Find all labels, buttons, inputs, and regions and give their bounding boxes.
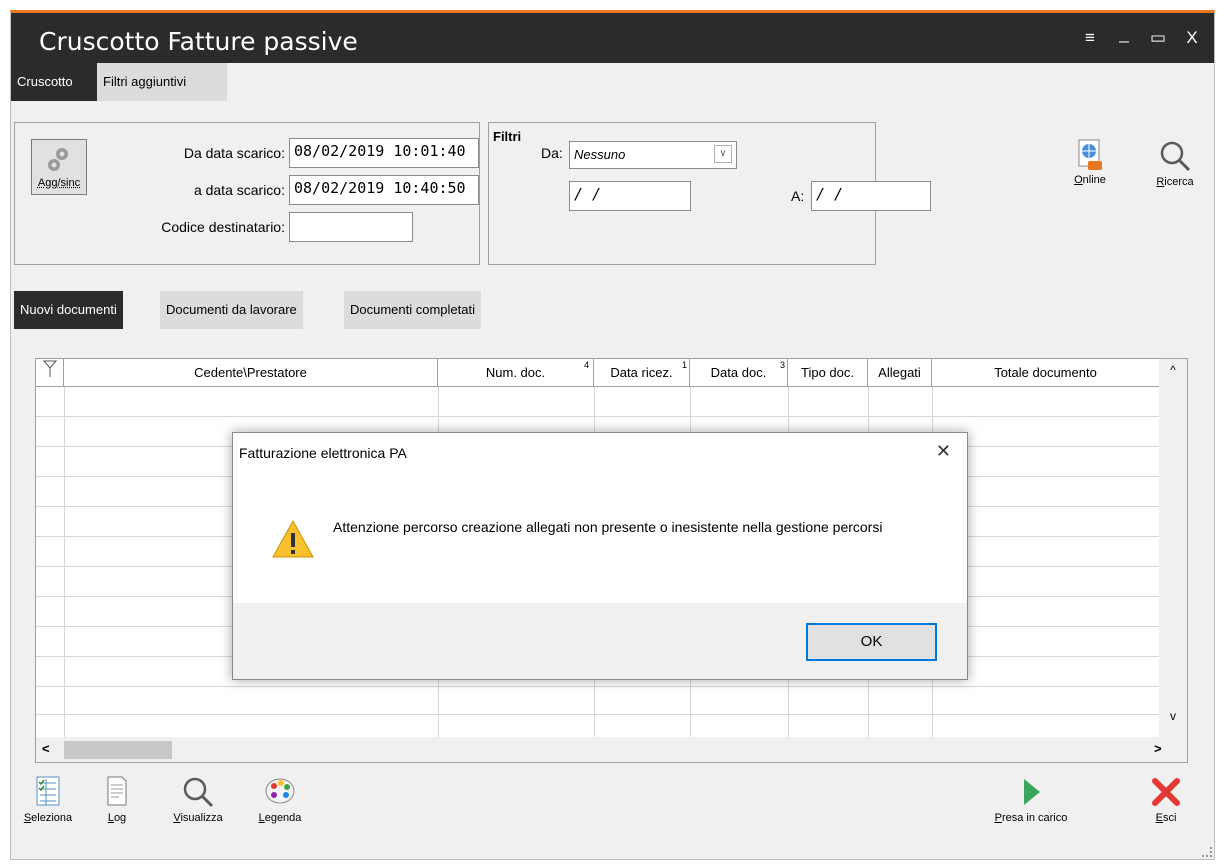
close-button[interactable]: X <box>1181 27 1203 49</box>
filtri-title: Filtri <box>493 129 522 144</box>
column-header[interactable]: Allegati <box>868 359 932 387</box>
presa-in-carico-label: Presa in carico <box>994 812 1068 824</box>
search-icon <box>183 777 214 808</box>
legenda-button[interactable]: Legenda <box>249 775 311 824</box>
vertical-scrollbar[interactable]: ^ v <box>1159 359 1187 737</box>
column-header[interactable]: Data ricez. 1 <box>594 359 690 387</box>
grid-row-line <box>36 686 1160 687</box>
column-label: Num. doc. <box>485 365 546 380</box>
column-label: Totale documento <box>994 365 1097 380</box>
tab-documenti-completati[interactable]: Documenti completati <box>344 291 481 329</box>
filtri-da-label: Da: <box>541 145 563 161</box>
sort-order-badge: 1 <box>681 360 687 370</box>
horizontal-scroll-thumb[interactable] <box>64 741 172 759</box>
menu-icon[interactable]: ≡ <box>1079 27 1101 49</box>
grid-row-line <box>36 416 1160 417</box>
globe-icon <box>1078 139 1102 170</box>
minimize-button[interactable]: _ <box>1113 23 1135 45</box>
da-data-scarico-field[interactable]: 08/02/2019 10:01:40 <box>289 138 479 168</box>
seleziona-button[interactable]: Seleziona <box>17 775 79 824</box>
a-data-scarico-field[interactable]: 08/02/2019 10:40:50 <box>289 175 479 205</box>
tab-filtri-aggiuntivi[interactable]: Filtri aggiuntivi <box>97 63 227 101</box>
ricerca-label: Ricerca <box>1156 176 1194 188</box>
maximize-button[interactable]: ▭ <box>1147 27 1169 49</box>
filter-column-header[interactable] <box>36 359 64 387</box>
log-button[interactable]: Log <box>97 775 137 824</box>
sort-order-badge: 3 <box>779 360 785 370</box>
chevron-down-icon[interactable]: ∨ <box>714 145 732 163</box>
alert-dialog: Fatturazione elettronica PA ✕ Attenzione… <box>232 432 968 680</box>
column-label: Cedente\Prestatore <box>194 365 307 380</box>
warning-icon <box>272 519 314 558</box>
column-header[interactable]: Tipo doc. <box>788 359 868 387</box>
resize-grip[interactable] <box>1202 847 1212 857</box>
gears-icon <box>48 148 68 171</box>
exit-icon <box>1152 778 1180 806</box>
column-label: Data doc. <box>710 365 767 380</box>
dialog-title: Fatturazione elettronica PA <box>239 445 407 461</box>
scroll-down-button[interactable]: v <box>1159 709 1187 723</box>
codice-destinatario-field[interactable] <box>289 212 413 242</box>
column-label: Allegati <box>878 365 921 380</box>
tab-cruscotto[interactable]: Cruscotto <box>11 63 97 101</box>
presa-in-carico-button[interactable]: Presa in carico <box>981 775 1081 824</box>
seleziona-label: Seleziona <box>23 812 73 824</box>
tab-documenti-da-lavorare[interactable]: Documenti da lavorare <box>160 291 303 329</box>
codice-destinatario-label: Codice destinatario: <box>161 219 285 235</box>
play-icon <box>1024 779 1040 805</box>
filtri-da-select[interactable]: Nessuno ∨ <box>569 141 737 169</box>
select-icon <box>36 776 60 806</box>
scroll-up-button[interactable]: ^ <box>1159 363 1187 377</box>
grid-divider <box>64 387 65 742</box>
ricerca-button[interactable]: Ricerca <box>1147 139 1203 188</box>
scroll-left-button[interactable]: < <box>42 741 50 756</box>
scarico-panel: Agg/sinc Da data scarico: 08/02/2019 10:… <box>14 122 480 265</box>
filtri-panel: Filtri Da: Nessuno ∨ / / A: / / <box>488 122 931 265</box>
title-bar: Cruscotto Fatture passive ≡ _ ▭ X <box>11 13 1214 63</box>
grid-row-line <box>36 714 1160 715</box>
column-header[interactable]: Num. doc. 4 <box>438 359 594 387</box>
ok-button[interactable]: OK <box>806 623 937 661</box>
sort-order-badge: 4 <box>583 360 589 370</box>
column-header[interactable]: Totale documento <box>932 359 1160 387</box>
filtri-date-to[interactable]: / / <box>811 181 931 211</box>
esci-label: Esci <box>1155 812 1177 824</box>
da-data-scarico-label: Da data scarico: <box>183 145 285 161</box>
horizontal-scrollbar[interactable]: < > <box>36 737 1187 762</box>
column-label: Data ricez. <box>610 365 673 380</box>
log-icon <box>107 776 127 806</box>
dialog-message: Attenzione percorso creazione allegati n… <box>333 519 883 535</box>
legenda-label: Legenda <box>258 812 302 824</box>
column-header[interactable]: Data doc. 3 <box>690 359 788 387</box>
visualizza-button[interactable]: Visualizza <box>163 775 233 824</box>
online-button[interactable]: Online <box>1067 139 1113 186</box>
filtri-a-label: A: <box>791 188 805 204</box>
a-data-scarico-label: a data scarico: <box>193 182 285 198</box>
search-icon <box>1160 141 1191 172</box>
column-label: Tipo doc. <box>801 365 854 380</box>
dialog-close-button[interactable]: ✕ <box>936 441 951 462</box>
column-header[interactable]: Cedente\Prestatore <box>64 359 438 387</box>
sync-button-label: Agg/sinc <box>37 177 81 189</box>
palette-icon <box>265 778 295 804</box>
filter-icon <box>42 360 57 377</box>
log-label: Log <box>107 812 127 824</box>
online-label: Online <box>1074 174 1106 186</box>
tab-nuovi-documenti[interactable]: Nuovi documenti <box>14 291 123 329</box>
esci-button[interactable]: Esci <box>1141 775 1191 824</box>
filtri-date-from[interactable]: / / <box>569 181 691 211</box>
window-title: Cruscotto Fatture passive <box>39 27 358 56</box>
scroll-right-button[interactable]: > <box>1154 741 1162 756</box>
sync-button[interactable]: Agg/sinc <box>31 139 87 195</box>
filtri-da-select-value: Nessuno <box>574 147 626 162</box>
visualizza-label: Visualizza <box>173 812 223 824</box>
